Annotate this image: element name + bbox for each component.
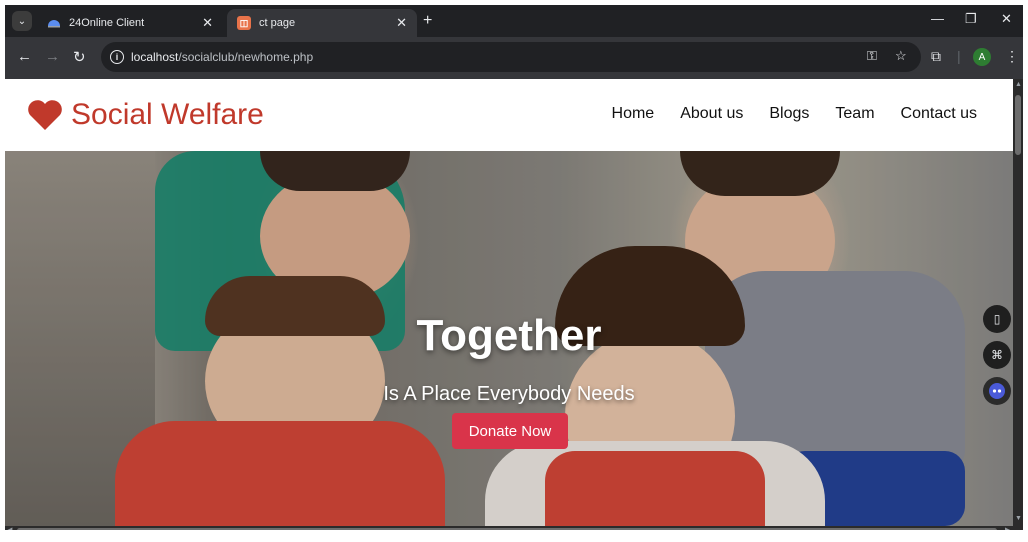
new-tab-icon[interactable]: + (423, 12, 432, 30)
tab-title: 24Online Client (69, 17, 145, 29)
hero-subtitle: Is A Place Everybody Needs (383, 383, 635, 405)
key-icon[interactable]: ⚿ (867, 48, 877, 64)
site-info-icon[interactable]: i (110, 50, 124, 64)
scroll-right-icon[interactable]: ▶ (1005, 526, 1010, 530)
browser-window: ⌄ 24Online Client ✕ ◫ ct page ✕ + — ❐ ✕ … (5, 5, 1023, 530)
globe-icon (47, 16, 61, 30)
forward-arrow-icon[interactable]: → (45, 48, 60, 65)
scroll-left-icon[interactable]: ◀ (7, 526, 12, 530)
main-nav: Home About us Blogs Team Contact us (586, 105, 977, 123)
donate-button[interactable]: Donate Now (452, 413, 568, 449)
vertical-scrollbar[interactable]: ▲ ▼ (1013, 79, 1023, 526)
book-icon[interactable]: ▯ (983, 305, 1011, 333)
horizontal-scrollbar[interactable]: ◀ ▶ (5, 526, 1023, 530)
minimize-icon[interactable]: — (931, 11, 944, 26)
hero-title: Together (416, 311, 602, 360)
scrollbar-thumb[interactable] (1015, 95, 1021, 155)
hero-banner: Together Is A Place Everybody Needs Dona… (5, 151, 1013, 526)
assistant-icon[interactable] (983, 377, 1011, 405)
nav-about-us[interactable]: About us (680, 105, 743, 123)
tab-title: ct page (259, 17, 296, 29)
url-host: localhost (131, 50, 179, 64)
nav-home[interactable]: Home (612, 105, 655, 123)
close-icon[interactable]: ✕ (202, 15, 213, 31)
site-navbar: Social Welfare Home About us Blogs Team … (5, 79, 1013, 151)
brand-logo[interactable]: Social Welfare (25, 95, 264, 135)
nav-team[interactable]: Team (835, 105, 874, 123)
tab-strip: ⌄ 24Online Client ✕ ◫ ct page ✕ + — ❐ ✕ (5, 5, 1023, 37)
url-text[interactable]: localhost/socialclub/newhome.php (131, 50, 313, 64)
nav-blogs[interactable]: Blogs (769, 105, 809, 123)
tab-ct-page[interactable]: ◫ ct page ✕ (227, 9, 417, 37)
avatar[interactable]: A (973, 48, 991, 66)
reload-icon[interactable]: ↻ (73, 48, 86, 66)
scroll-down-icon[interactable]: ▼ (1015, 515, 1022, 522)
heart-icon (28, 100, 62, 130)
puzzle-icon[interactable]: ⧉ (931, 48, 941, 65)
nav-contact-us[interactable]: Contact us (901, 105, 977, 123)
url-path: /socialclub/newhome.php (178, 50, 314, 64)
page-viewport: Social Welfare Home About us Blogs Team … (5, 79, 1013, 526)
brand-name: Social Welfare (71, 98, 264, 131)
back-arrow-icon[interactable]: ← (17, 48, 32, 65)
star-icon[interactable]: ☆ (895, 48, 907, 64)
close-window-icon[interactable]: ✕ (1001, 11, 1012, 27)
chevron-down-icon[interactable]: ⌄ (12, 11, 32, 31)
tab-24online[interactable]: 24Online Client ✕ (37, 9, 223, 37)
address-bar[interactable]: i localhost/socialclub/newhome.php ⚿ ☆ (101, 42, 921, 72)
restore-icon[interactable]: ❐ (965, 11, 977, 27)
kebab-menu-icon[interactable]: ⋮ (1005, 48, 1019, 65)
close-icon[interactable]: ✕ (396, 15, 407, 31)
scroll-up-icon[interactable]: ▲ (1015, 81, 1022, 88)
toolbar-divider: | (957, 48, 961, 64)
browser-toolbar: ← → ↻ i localhost/socialclub/newhome.php… (5, 37, 1023, 79)
scrollbar-thumb[interactable] (17, 528, 997, 530)
apps-grid-icon[interactable]: ⌘ (983, 341, 1011, 369)
page-favicon-icon: ◫ (237, 16, 251, 30)
